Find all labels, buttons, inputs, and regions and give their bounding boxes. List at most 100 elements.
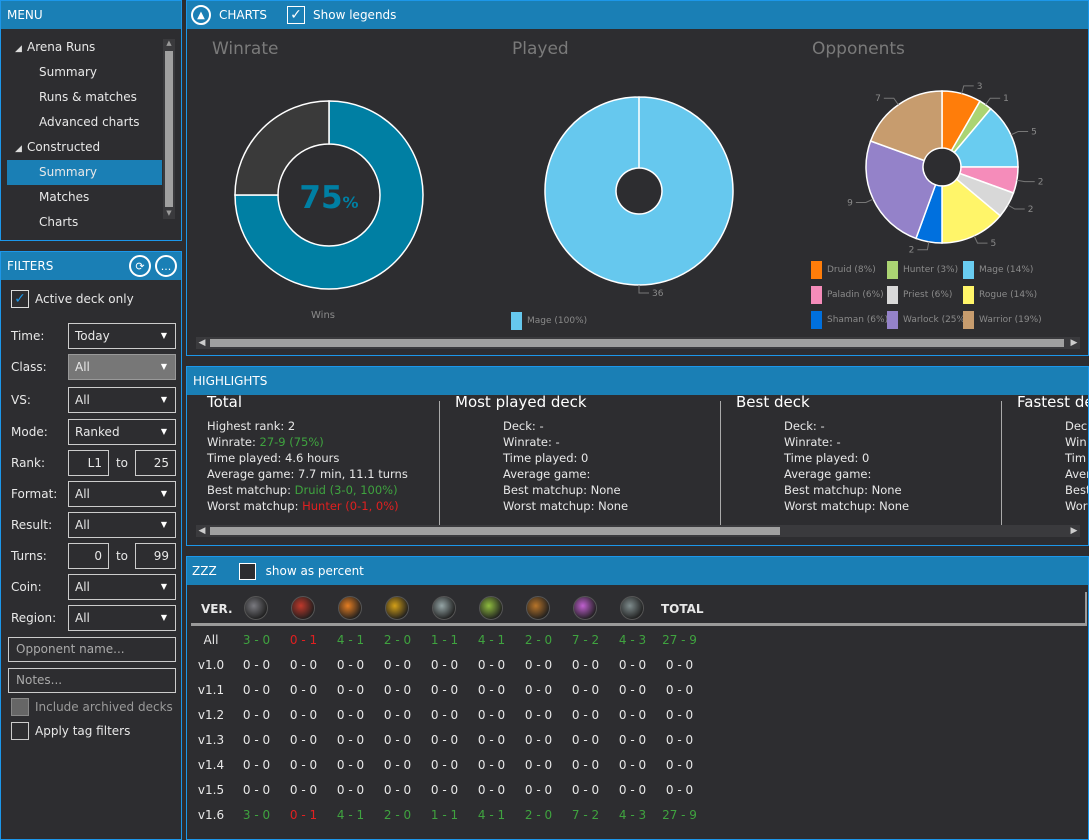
turns-to-label: to xyxy=(115,549,129,563)
leader-line xyxy=(961,85,974,94)
scroll-right-icon[interactable]: ▶ xyxy=(1068,337,1080,349)
worst-matchup-label: Worst matchup: xyxy=(207,499,303,513)
format-label: Format: xyxy=(11,487,58,501)
menu-item-runs-matches[interactable]: Runs & matches xyxy=(7,85,162,110)
scroll-down-icon[interactable]: ▼ xyxy=(163,209,175,219)
highlights-scroll-thumb[interactable] xyxy=(210,527,780,535)
include-archived-checkbox[interactable]: Include archived decks xyxy=(11,698,173,716)
data-label: 9 xyxy=(847,198,853,208)
turns-from-input[interactable]: 0 xyxy=(68,543,109,569)
warlock-icon xyxy=(573,596,597,620)
refresh-icon[interactable]: ⟳ xyxy=(129,255,151,277)
winrate-label: Winrate: xyxy=(207,435,260,449)
notes-input[interactable]: Notes... xyxy=(8,668,176,693)
menu-panel: MENU ◢ Arena Runs Summary Runs & matches Adv… xyxy=(0,0,182,241)
expand-arrow-icon[interactable]: ◢ xyxy=(15,37,27,62)
menu-title: MENU xyxy=(7,8,43,22)
active-deck-only-checkbox[interactable]: ✓ Active deck only xyxy=(11,290,134,308)
legend-label: Priest (6%) xyxy=(903,290,953,300)
winrate-percent: 75 xyxy=(299,180,343,216)
winrate-line: Winrate: 27-9 (75%) xyxy=(207,434,437,450)
mode-label: Mode: xyxy=(11,425,48,439)
matchup-cell: 0 - 0 xyxy=(571,782,600,797)
menu-item-constructed[interactable]: ◢ Constructed xyxy=(7,135,162,160)
menu-item-summary[interactable]: Summary xyxy=(7,160,162,185)
legend-label: Warlock (25%) xyxy=(903,315,969,325)
data-label: 5 xyxy=(990,239,996,249)
matchup-cell: 0 - 0 xyxy=(242,707,271,722)
menu-item-arena-runs[interactable]: ◢ Arena Runs xyxy=(7,35,162,60)
matchup-cell: 0 - 0 xyxy=(289,757,318,772)
matchup-cell: 0 - 0 xyxy=(383,732,412,747)
filters-panel: FILTERS ⟳ ... ✓ Active deck only Time: T… xyxy=(0,251,182,840)
matchup-cell: 0 - 0 xyxy=(289,682,318,697)
time-filter-row: Time: Today ▼ xyxy=(11,323,176,349)
result-filter-row: Result: All ▼ xyxy=(11,512,176,538)
paladin-icon xyxy=(385,596,409,620)
menu-item-label: Charts xyxy=(39,215,79,229)
menu-item-advanced-charts[interactable]: Advanced charts xyxy=(7,110,162,135)
expand-arrow-icon[interactable]: ◢ xyxy=(15,137,27,162)
druid-icon xyxy=(244,596,268,620)
rank-to-input[interactable]: 25 xyxy=(135,450,176,476)
more-button[interactable]: ... xyxy=(155,255,177,277)
menu-scroll-thumb[interactable] xyxy=(165,51,173,207)
highlight-line: Best xyxy=(1065,483,1088,497)
class-select[interactable]: All ▼ xyxy=(68,354,176,380)
matchup-cell: 0 - 0 xyxy=(571,657,600,672)
legend-label: Rogue (14%) xyxy=(979,290,1038,300)
rank-label: Rank: xyxy=(11,456,46,470)
region-select[interactable]: All ▼ xyxy=(68,605,176,631)
highlights-most-played: Most played deck Deck: - Winrate: - Time p… xyxy=(455,393,715,525)
highlights-hscrollbar[interactable]: ◀ ▶ xyxy=(196,525,1080,537)
scroll-left-icon[interactable]: ◀ xyxy=(196,525,208,537)
matchup-cell: 2 - 0 xyxy=(524,632,553,647)
vs-select[interactable]: All ▼ xyxy=(68,387,176,413)
menu-item-charts[interactable]: Charts xyxy=(7,210,162,235)
menu-scrollbar[interactable]: ▲ ▼ xyxy=(163,39,175,219)
highlight-line: Winrate: - xyxy=(784,435,841,449)
charts-scroll-thumb[interactable] xyxy=(210,339,1064,347)
matchup-cell: 0 - 0 xyxy=(571,707,600,722)
matchup-cell: 0 - 0 xyxy=(524,682,553,697)
scroll-left-icon[interactable]: ◀ xyxy=(196,337,208,349)
mode-select[interactable]: Ranked ▼ xyxy=(68,419,176,445)
total-cell: 0 - 0 xyxy=(665,757,694,772)
show-as-percent-checkbox[interactable] xyxy=(238,562,256,580)
matchup-table-header: ZZZ show as percent xyxy=(187,557,1088,585)
scroll-up-icon[interactable]: ▲ xyxy=(163,39,175,49)
menu-item-matches[interactable]: Matches xyxy=(7,185,162,210)
turns-to-input[interactable]: 99 xyxy=(135,543,176,569)
format-select[interactable]: All ▼ xyxy=(68,481,176,507)
matchup-cell: 0 - 0 xyxy=(242,657,271,672)
matchup-cell: 4 - 1 xyxy=(477,632,506,647)
menu-item-summary[interactable]: Summary xyxy=(7,60,162,85)
rank-from-input[interactable]: L1 xyxy=(68,450,109,476)
table-row: v1.1 0 - 0 0 - 0 0 - 0 0 - 0 0 - 0 0 - 0 0 - 0 0… xyxy=(187,677,1077,702)
dropdown-arrow-icon: ▼ xyxy=(160,489,167,498)
legend-item-shaman: Shaman (6%) xyxy=(811,311,888,329)
legend-swatch xyxy=(511,312,522,330)
legend-label: Mage (14%) xyxy=(979,265,1034,275)
pie-slice-mage[interactable] xyxy=(544,96,734,286)
matchup-table-panel: ZZZ show as percent VER. TOTAL All 3 - 0 0… xyxy=(186,556,1089,840)
scroll-right-icon[interactable]: ▶ xyxy=(1068,525,1080,537)
mage-icon xyxy=(338,596,362,620)
time-select[interactable]: Today ▼ xyxy=(68,323,176,349)
opponent-name-input[interactable]: Opponent name... xyxy=(8,637,176,662)
charts-hscrollbar[interactable]: ◀ ▶ xyxy=(196,337,1080,349)
result-select[interactable]: All ▼ xyxy=(68,512,176,538)
filters-header: FILTERS ⟳ ... xyxy=(1,252,181,280)
rank-to-label: to xyxy=(115,456,129,470)
best-matchup-value: Druid (3-0, 100%) xyxy=(294,483,398,497)
charts-panel: ▲ CHARTS ✓ Show legends Winrate Played O… xyxy=(186,0,1089,356)
coin-select[interactable]: All ▼ xyxy=(68,574,176,600)
matchup-cell: 0 - 0 xyxy=(242,782,271,797)
table-row: v1.3 0 - 0 0 - 0 0 - 0 0 - 0 0 - 0 0 - 0 0 - 0 0… xyxy=(187,727,1077,752)
apply-tag-filters-checkbox[interactable]: Apply tag filters xyxy=(11,722,130,740)
legend-swatch xyxy=(887,311,898,329)
rank-filter-row: Rank: L1 to 25 xyxy=(11,450,176,476)
menu-header: MENU xyxy=(1,1,181,29)
matchup-cell: 0 - 0 xyxy=(524,732,553,747)
region-label: Region: xyxy=(11,611,57,625)
